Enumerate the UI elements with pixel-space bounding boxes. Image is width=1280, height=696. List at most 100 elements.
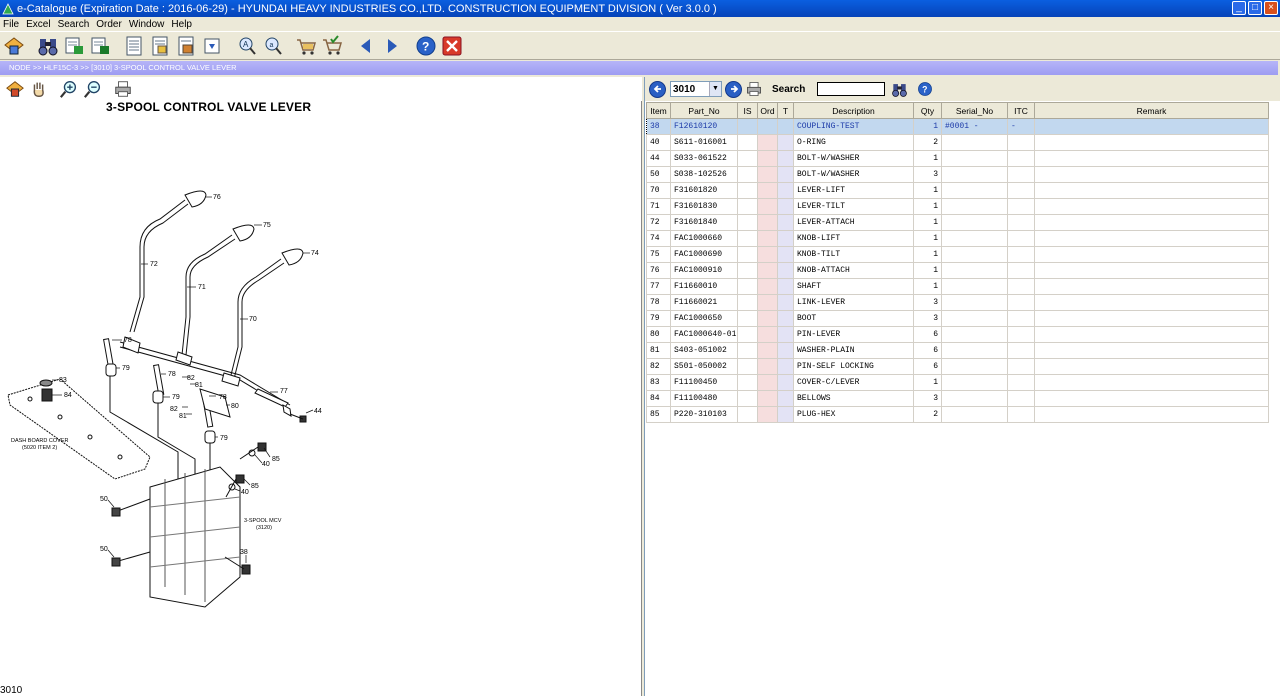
cell-remark[interactable]	[1034, 118, 1269, 135]
cell-item[interactable]: 82	[646, 358, 671, 375]
cell-qty[interactable]: 1	[913, 246, 942, 263]
callout-77[interactable]: 77	[280, 388, 288, 395]
cell-description[interactable]: LEVER-LIFT	[793, 182, 914, 199]
cell-qty[interactable]: 1	[913, 214, 942, 231]
zoom-out-button[interactable]	[82, 78, 104, 100]
cell-itc[interactable]	[1007, 246, 1035, 263]
cell-ord[interactable]	[757, 230, 778, 247]
zoom-in-button[interactable]	[58, 78, 80, 100]
callout-78[interactable]: 78	[168, 371, 176, 378]
table-row[interactable]: 80 FAC1000640-01 PIN-LEVER 6	[646, 326, 1269, 343]
table-row[interactable]: 75 FAC1000690 KNOB-TILT 1	[646, 246, 1269, 263]
cell-item[interactable]: 72	[646, 214, 671, 231]
cell-remark[interactable]	[1034, 150, 1269, 167]
cell-description[interactable]: SHAFT	[793, 278, 914, 295]
col-qty[interactable]: Qty	[913, 102, 942, 119]
cell-serial-no[interactable]	[941, 198, 1008, 215]
cell-description[interactable]: LEVER-TILT	[793, 198, 914, 215]
cell-remark[interactable]	[1034, 342, 1269, 359]
table-row[interactable]: 50 S038-102526 BOLT-W/WASHER 3	[646, 166, 1269, 183]
order-add-button[interactable]	[200, 34, 224, 58]
cell-is[interactable]	[737, 246, 758, 263]
cell-remark[interactable]	[1034, 310, 1269, 327]
home-button[interactable]	[2, 34, 26, 58]
cell-remark[interactable]	[1034, 326, 1269, 343]
cell-t[interactable]	[777, 262, 794, 279]
cell-item[interactable]: 75	[646, 246, 671, 263]
cell-remark[interactable]	[1034, 134, 1269, 151]
search-input[interactable]	[817, 82, 886, 96]
cell-part-no[interactable]: FAC1000910	[670, 262, 738, 279]
cell-serial-no[interactable]	[941, 294, 1008, 311]
cell-remark[interactable]	[1034, 214, 1269, 231]
print-diagram-button[interactable]	[112, 78, 134, 100]
table-row[interactable]: 79 FAC1000650 BOOT 3	[646, 310, 1269, 327]
cell-ord[interactable]	[757, 310, 778, 327]
cell-is[interactable]	[737, 198, 758, 215]
cell-part-no[interactable]: S038-102526	[670, 166, 738, 183]
cell-part-no[interactable]: FAC1000650	[670, 310, 738, 327]
pan-button[interactable]	[28, 78, 50, 100]
cell-item[interactable]: 83	[646, 374, 671, 391]
cell-description[interactable]: BOLT-W/WASHER	[793, 150, 914, 167]
cell-serial-no[interactable]	[941, 134, 1008, 151]
cell-item[interactable]: 44	[646, 150, 671, 167]
cell-description[interactable]: KNOB-ATTACH	[793, 262, 914, 279]
cell-is[interactable]	[737, 166, 758, 183]
cell-itc[interactable]	[1007, 342, 1035, 359]
menu-file[interactable]: File	[3, 19, 19, 30]
cell-remark[interactable]	[1034, 406, 1269, 423]
callout-81[interactable]: 81	[179, 413, 187, 420]
cell-itc[interactable]: -	[1007, 118, 1035, 135]
list-button[interactable]	[122, 34, 146, 58]
minimize-button[interactable]: _	[1232, 1, 1246, 15]
cell-part-no[interactable]: F11100450	[670, 374, 738, 391]
cell-item[interactable]: 40	[646, 134, 671, 151]
close-button[interactable]: ×	[1264, 1, 1278, 15]
cell-is[interactable]	[737, 358, 758, 375]
callout-79[interactable]: 79	[122, 365, 130, 372]
cell-is[interactable]	[737, 150, 758, 167]
cell-itc[interactable]	[1007, 390, 1035, 407]
cell-part-no[interactable]: F31601820	[670, 182, 738, 199]
table-row[interactable]: 84 F11100480 BELLOWS 3	[646, 390, 1269, 407]
cell-serial-no[interactable]	[941, 262, 1008, 279]
cell-qty[interactable]: 1	[913, 230, 942, 247]
cell-t[interactable]	[777, 310, 794, 327]
cell-ord[interactable]	[757, 294, 778, 311]
order-list-button[interactable]	[148, 34, 172, 58]
cell-is[interactable]	[737, 390, 758, 407]
cell-serial-no[interactable]	[941, 230, 1008, 247]
print-list-button[interactable]	[744, 79, 764, 99]
cell-part-no[interactable]: F31601840	[670, 214, 738, 231]
menu-search[interactable]: Search	[58, 19, 90, 30]
table-row[interactable]: 74 FAC1000660 KNOB-LIFT 1	[646, 230, 1269, 247]
cell-qty[interactable]: 2	[913, 406, 942, 423]
cell-item[interactable]: 70	[646, 182, 671, 199]
table-row[interactable]: 38 F12610120 COUPLING-TEST 1 #0001 --	[646, 118, 1269, 135]
cell-description[interactable]: KNOB-TILT	[793, 246, 914, 263]
cell-part-no[interactable]: S611-016001	[670, 134, 738, 151]
cell-itc[interactable]	[1007, 358, 1035, 375]
cell-qty[interactable]: 3	[913, 310, 942, 327]
cell-itc[interactable]	[1007, 182, 1035, 199]
cell-qty[interactable]: 1	[913, 374, 942, 391]
cell-serial-no[interactable]	[941, 214, 1008, 231]
cell-itc[interactable]	[1007, 134, 1035, 151]
cell-description[interactable]: KNOB-LIFT	[793, 230, 914, 247]
table-row[interactable]: 70 F31601820 LEVER-LIFT 1	[646, 182, 1269, 199]
cell-serial-no[interactable]	[941, 182, 1008, 199]
cell-ord[interactable]	[757, 182, 778, 199]
cell-is[interactable]	[737, 182, 758, 199]
cell-itc[interactable]	[1007, 230, 1035, 247]
cell-itc[interactable]	[1007, 326, 1035, 343]
cell-qty[interactable]: 6	[913, 342, 942, 359]
callout-84[interactable]: 84	[64, 392, 72, 399]
cell-ord[interactable]	[757, 214, 778, 231]
cell-remark[interactable]	[1034, 262, 1269, 279]
cell-serial-no[interactable]	[941, 406, 1008, 423]
cell-is[interactable]	[737, 342, 758, 359]
diagram-home-button[interactable]	[4, 78, 26, 100]
cell-qty[interactable]: 1	[913, 118, 942, 135]
cell-t[interactable]	[777, 198, 794, 215]
